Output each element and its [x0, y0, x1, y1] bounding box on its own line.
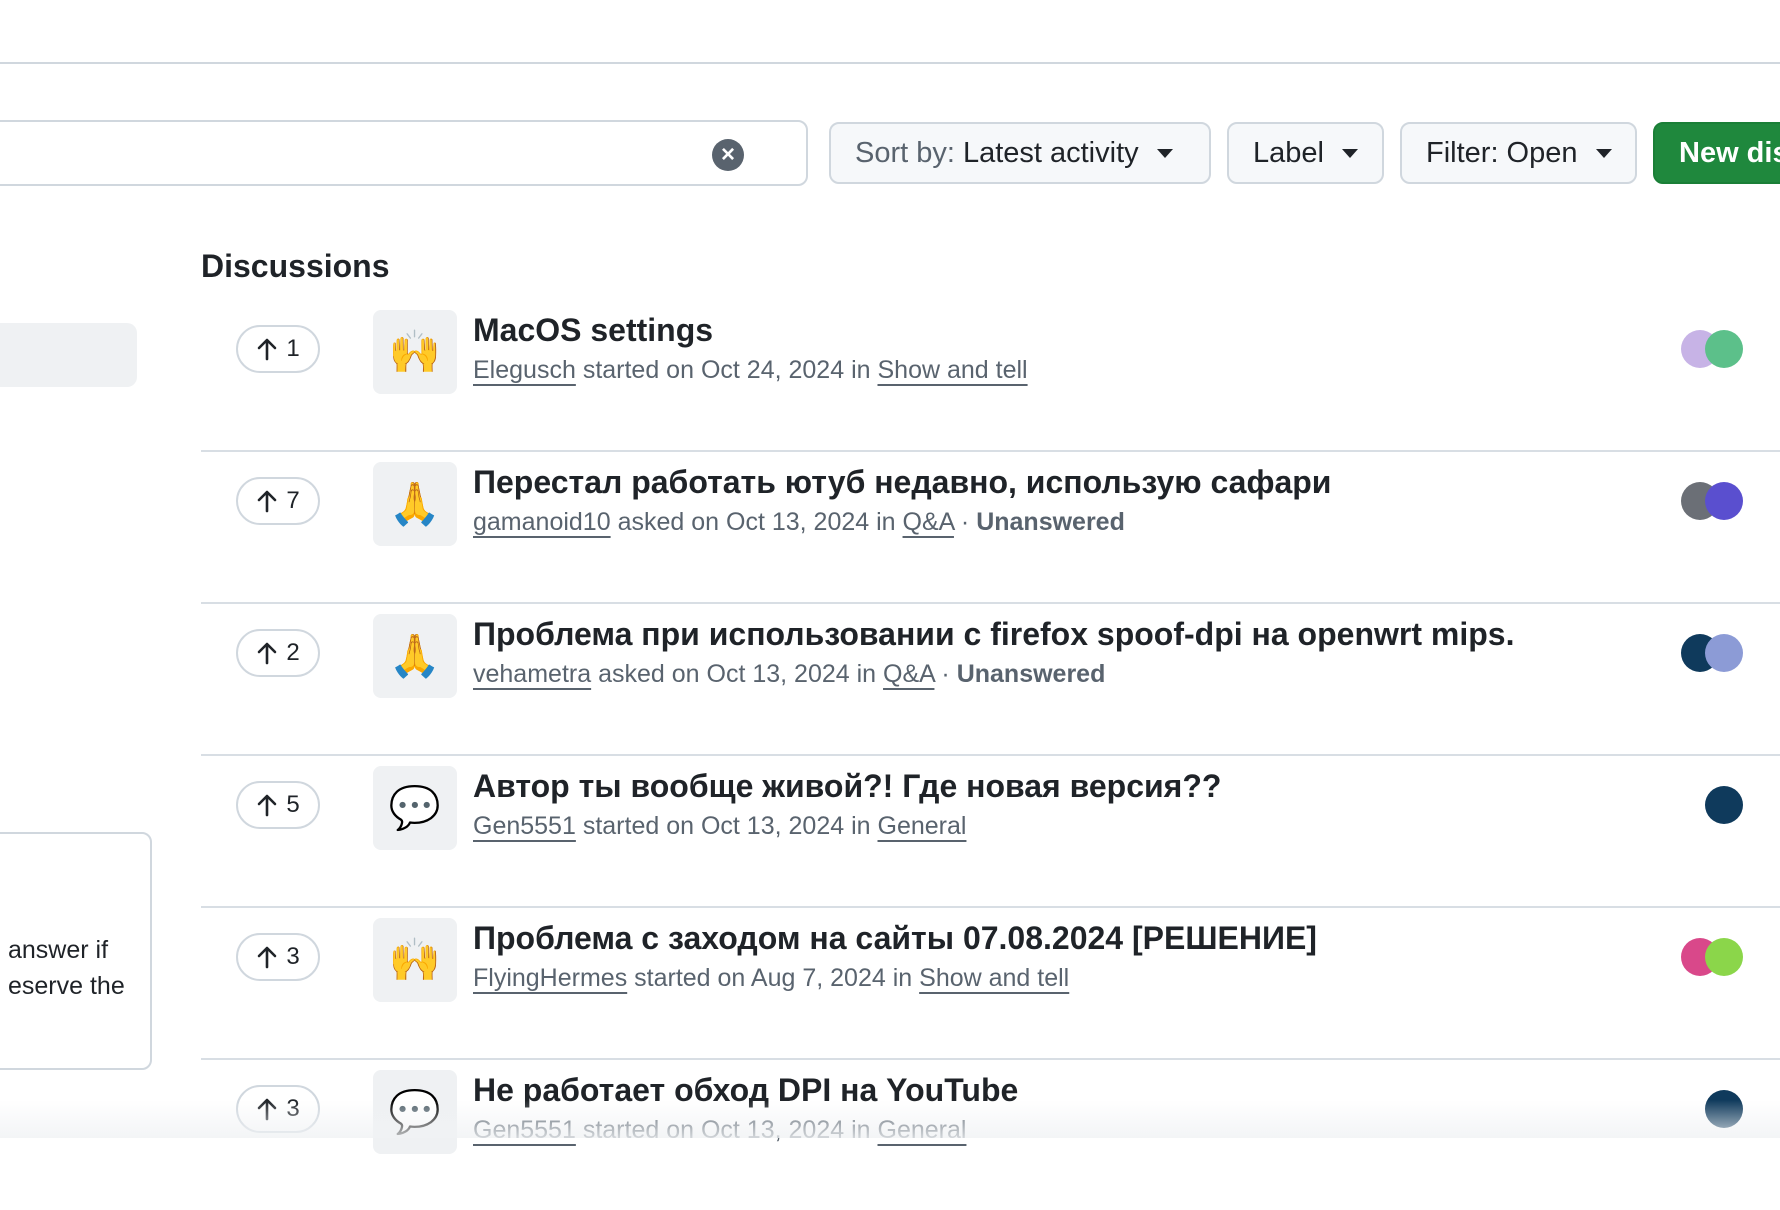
discussion-item: 2 🙏 Проблема при использовании с firefox…	[201, 604, 1780, 756]
upvote-button[interactable]: 1	[236, 325, 320, 373]
discussion-meta: FlyingHermes started on Aug 7, 2024 in S…	[473, 964, 1069, 993]
meta-date: Oct 13, 2024	[726, 508, 870, 536]
meta-date: Oct 13, 2024	[700, 812, 845, 840]
meta-in: in	[851, 812, 871, 840]
discussion-title-link[interactable]: Проблема при использовании с firefox spo…	[473, 616, 1514, 653]
discussion-meta: vehametra asked on Oct 13, 2024 in Q&A ·…	[473, 660, 1105, 689]
participant-avatars	[1681, 482, 1745, 522]
vote-count: 5	[286, 791, 300, 818]
filter-dropdown-button[interactable]: Filter: Open	[1400, 122, 1637, 184]
avatar[interactable]	[1705, 786, 1743, 824]
meta-verb: started on	[582, 812, 695, 840]
filter-text: Filter: Open	[1426, 136, 1578, 169]
status-badge: Unanswered	[956, 660, 1106, 688]
top-header	[0, 0, 1780, 64]
sort-value: Latest activity	[962, 136, 1139, 169]
discussion-item: 5 💬 Автор ты вообще живой?! Где новая ве…	[201, 756, 1780, 908]
category-emoji-icon: 🙏	[373, 462, 457, 546]
author-link[interactable]: Elegusch	[473, 356, 576, 384]
sort-prefix: Sort by:	[855, 136, 955, 169]
discussion-title-link[interactable]: MacOS settings	[473, 312, 713, 349]
arrow-up-icon	[258, 642, 277, 665]
discussion-meta: Gen5551 started on Oct 13, 2024 in Gener…	[473, 812, 966, 841]
meta-date: Oct 13, 2024	[706, 660, 850, 688]
participant-avatars	[1681, 330, 1745, 370]
label-text: Label	[1253, 136, 1324, 169]
meta-verb: started on	[634, 964, 746, 992]
discussion-title-link[interactable]: Проблема с заходом на сайты 07.08.2024 […	[473, 920, 1317, 957]
arrow-up-icon	[258, 338, 277, 361]
status-separator: ·	[941, 660, 950, 688]
sort-dropdown-button[interactable]: Sort by: Latest activity	[829, 122, 1211, 184]
category-emoji-icon: 🙌	[373, 918, 457, 1002]
category-link[interactable]: General	[878, 812, 967, 840]
caret-down-icon	[1595, 148, 1612, 158]
vote-count: 7	[286, 487, 300, 514]
meta-verb: asked on	[617, 508, 720, 536]
arrow-up-icon	[258, 946, 277, 969]
discussion-search: ×	[0, 120, 808, 186]
arrow-up-icon	[258, 794, 277, 817]
category-link[interactable]: Q&A	[903, 508, 954, 536]
upvote-button[interactable]: 3	[236, 933, 320, 981]
vote-count: 1	[286, 335, 300, 362]
status-badge: Unanswered	[976, 508, 1125, 536]
new-discussion-button[interactable]: New dis	[1653, 122, 1780, 184]
upvote-button[interactable]: 5	[236, 781, 320, 829]
discussion-title-link[interactable]: Автор ты вообще живой?! Где новая версия…	[473, 768, 1221, 805]
discussion-meta: gamanoid10 asked on Oct 13, 2024 in Q&A …	[473, 508, 1125, 537]
meta-in: in	[851, 356, 871, 384]
sidebar-selected-category[interactable]	[0, 323, 137, 387]
category-emoji-icon: 🙌	[373, 310, 457, 394]
sidebar-info-card: answer if eserve the	[0, 832, 152, 1070]
upvote-button[interactable]: 2	[236, 629, 320, 677]
category-emoji-icon: 💬	[373, 766, 457, 850]
meta-date: Aug 7, 2024	[750, 964, 886, 992]
avatar[interactable]	[1705, 938, 1743, 976]
sidebar-card-text: answer if eserve the	[8, 936, 125, 1000]
caret-down-icon	[1156, 148, 1173, 158]
vote-count: 2	[286, 639, 300, 666]
meta-date: Oct 24, 2024	[700, 356, 845, 384]
label-dropdown-button[interactable]: Label	[1227, 122, 1384, 184]
author-link[interactable]: vehametra	[473, 660, 591, 688]
author-link[interactable]: FlyingHermes	[473, 964, 627, 992]
status-separator: ·	[960, 508, 970, 536]
meta-in: in	[856, 660, 877, 688]
x-circle-icon[interactable]: ×	[712, 139, 744, 171]
new-discussion-label: New dis	[1679, 136, 1780, 169]
meta-verb: asked on	[598, 660, 700, 688]
upvote-button[interactable]: 7	[236, 477, 320, 525]
caret-down-icon	[1341, 148, 1358, 158]
vote-count: 3	[286, 943, 300, 970]
discussion-meta: Elegusch started on Oct 24, 2024 in Show…	[473, 356, 1028, 385]
avatar[interactable]	[1705, 330, 1743, 368]
meta-verb: started on	[582, 356, 694, 384]
participant-avatars	[1681, 634, 1745, 674]
discussion-item: 3 🙌 Проблема с заходом на сайты 07.08.20…	[201, 908, 1780, 1060]
arrow-up-icon	[258, 490, 277, 513]
meta-in: in	[892, 964, 913, 992]
category-link[interactable]: Show and tell	[919, 964, 1069, 992]
author-link[interactable]: gamanoid10	[473, 508, 611, 536]
discussion-title-link[interactable]: Перестал работать ютуб недавно, использу…	[473, 464, 1331, 501]
category-emoji-icon: 🙏	[373, 614, 457, 698]
discussions-heading: Discussions	[201, 248, 390, 284]
discussion-list: 1 🙌 MacOS settings Elegusch started on O…	[201, 300, 1780, 1210]
discussion-item: 7 🙏 Перестал работать ютуб недавно, испо…	[201, 452, 1780, 604]
avatar[interactable]	[1705, 634, 1743, 672]
category-link[interactable]: Q&A	[883, 660, 934, 688]
scroll-fade	[0, 1100, 1780, 1138]
avatar[interactable]	[1705, 482, 1743, 520]
participant-avatars	[1681, 786, 1745, 826]
author-link[interactable]: Gen5551	[473, 812, 576, 840]
search-input[interactable]	[12, 132, 716, 178]
discussion-item: 1 🙌 MacOS settings Elegusch started on O…	[201, 300, 1780, 452]
category-link[interactable]: Show and tell	[877, 356, 1027, 384]
meta-in: in	[876, 508, 896, 536]
participant-avatars	[1681, 938, 1745, 978]
